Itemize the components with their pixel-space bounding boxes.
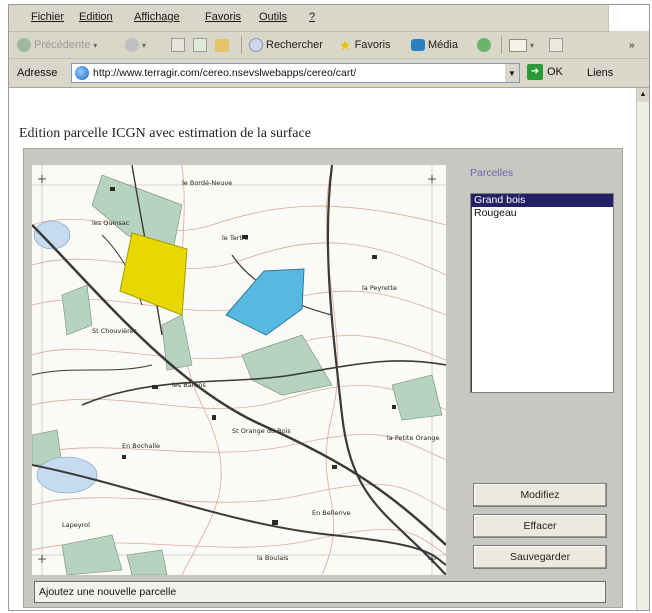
dropdown-arrow-icon: ▾ xyxy=(93,40,98,50)
place-label: St Chouvières xyxy=(92,327,138,335)
place-label: St Orange du Bois xyxy=(232,427,291,435)
parcel-list-item-grand-bois[interactable]: Grand bois xyxy=(471,194,613,207)
address-bar: Adresse http://www.terragir.com/cereo.ns… xyxy=(9,59,649,88)
place-label: le Tertre xyxy=(222,234,249,242)
back-arrow-icon xyxy=(17,38,31,52)
place-label: la Peyrette xyxy=(362,284,397,292)
history-button[interactable] xyxy=(477,36,491,54)
parcel-editor-panel: le Bordé-Neuve le Tertre la Peyrette les… xyxy=(23,148,623,608)
menu-outils[interactable]: Outils xyxy=(259,11,287,23)
scroll-up-icon[interactable]: ▲ xyxy=(637,88,649,102)
parcel-list-item-rougeau[interactable]: Rougeau xyxy=(471,207,613,220)
save-button[interactable]: Sauvegarder xyxy=(473,545,607,569)
place-label: En Bochalle xyxy=(122,442,160,450)
erase-button[interactable]: Effacer xyxy=(473,514,607,538)
search-label: Rechercher xyxy=(266,39,323,51)
search-button[interactable]: Rechercher xyxy=(249,36,323,54)
place-label: la Boulais xyxy=(257,554,289,562)
place-label: En Bellerive xyxy=(312,509,351,517)
toolbar-overflow[interactable]: » xyxy=(629,36,635,54)
modify-button[interactable]: Modifiez xyxy=(473,483,607,507)
address-dropdown[interactable]: ▼ xyxy=(505,63,520,83)
go-arrow-icon: ➜ xyxy=(527,64,543,80)
page-content: Edition parcelle ICGN avec estimation de… xyxy=(9,88,637,610)
print-button[interactable] xyxy=(549,36,563,54)
media-button[interactable]: Média xyxy=(411,36,458,54)
status-field: Ajoutez une nouvelle parcelle xyxy=(34,581,606,603)
map-graphic[interactable]: le Bordé-Neuve le Tertre la Peyrette les… xyxy=(32,165,446,575)
stop-button[interactable] xyxy=(171,36,185,54)
menu-bar: Fichier Edition Affichage Favoris Outils… xyxy=(9,5,609,32)
print-icon xyxy=(549,38,563,52)
place-label: les Barons xyxy=(172,381,206,389)
toolbar-separator xyxy=(501,36,502,54)
dropdown-arrow-icon: ▾ xyxy=(530,40,535,50)
favorites-label: Favoris xyxy=(354,39,391,51)
go-button[interactable]: ➜ OK xyxy=(527,64,563,80)
toolbar-separator xyxy=(241,36,242,54)
search-icon xyxy=(249,38,263,52)
place-label: le Bordé-Neuve xyxy=(182,179,232,187)
history-icon xyxy=(477,38,491,52)
standard-toolbar: Précédente ▾ ▾ Rechercher ★ Favoris Médi… xyxy=(9,32,649,59)
dropdown-arrow-icon: ▾ xyxy=(142,40,147,50)
parcel-rougeau[interactable] xyxy=(225,268,305,336)
ie-page-icon xyxy=(75,66,89,80)
mail-button[interactable]: ▾ xyxy=(509,36,534,54)
mail-icon xyxy=(509,38,527,52)
menu-fichier[interactable]: Fichier xyxy=(31,11,64,23)
go-label: OK xyxy=(547,66,563,78)
menu-help[interactable]: ? xyxy=(309,11,315,23)
forward-arrow-icon xyxy=(125,38,139,52)
menu-affichage[interactable]: Affichage xyxy=(134,11,180,23)
page-title: Edition parcelle ICGN avec estimation de… xyxy=(19,126,311,141)
address-label: Adresse xyxy=(17,67,58,79)
address-url: http://www.terragir.com/cereo.nsevslweba… xyxy=(93,67,357,79)
menu-favoris[interactable]: Favoris xyxy=(205,11,241,23)
browser-window: Fichier Edition Affichage Favoris Outils… xyxy=(8,4,650,611)
back-label: Précédente xyxy=(34,39,91,51)
parcel-list[interactable]: Grand bois Rougeau xyxy=(470,193,614,393)
place-label: Lapeyrol xyxy=(62,521,90,529)
star-icon: ★ xyxy=(339,36,352,53)
media-icon xyxy=(411,39,425,51)
stop-icon xyxy=(171,38,185,52)
menu-edition[interactable]: Edition xyxy=(79,11,113,23)
parcelles-label: Parcelles xyxy=(470,167,514,179)
favorites-button[interactable]: ★ Favoris xyxy=(339,36,391,54)
window-corner xyxy=(608,5,649,31)
vertical-scrollbar[interactable]: ▲ xyxy=(636,88,649,610)
home-button[interactable] xyxy=(215,36,229,54)
media-label: Média xyxy=(428,39,458,51)
address-input[interactable]: http://www.terragir.com/cereo.nsevslweba… xyxy=(71,63,513,83)
forward-button[interactable]: ▾ xyxy=(125,36,146,54)
place-label: les Quinsac xyxy=(92,219,130,227)
refresh-button[interactable] xyxy=(193,36,207,54)
refresh-icon xyxy=(193,38,207,52)
topographic-map[interactable]: le Bordé-Neuve le Tertre la Peyrette les… xyxy=(32,165,446,575)
home-icon xyxy=(215,38,229,52)
place-label: la Petite Orange xyxy=(387,434,440,442)
back-button[interactable]: Précédente ▾ xyxy=(17,36,97,54)
links-toolbar[interactable]: Liens xyxy=(587,67,613,79)
